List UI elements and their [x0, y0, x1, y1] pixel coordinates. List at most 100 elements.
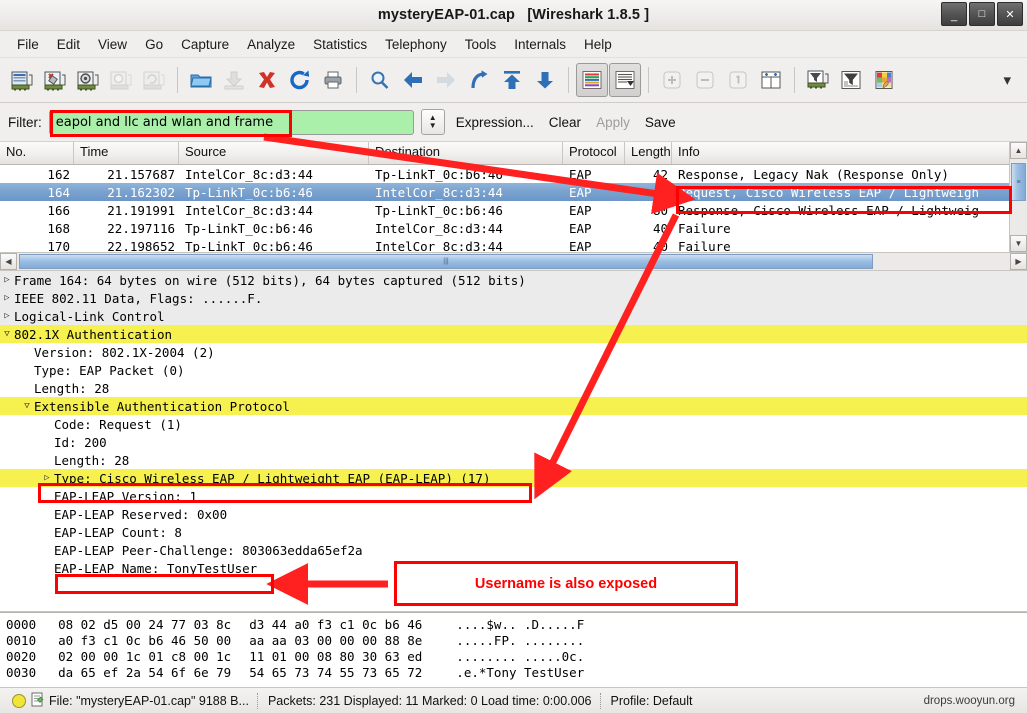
scroll-left-icon[interactable]: ◀ — [0, 253, 17, 270]
scroll-down-icon[interactable]: ▼ — [1010, 235, 1027, 252]
detail-row[interactable]: EAP-LEAP Version: 1 — [0, 487, 1027, 505]
chevron-right-icon[interactable]: ▷ — [0, 275, 14, 285]
packet-row[interactable]: 170 22.198652 Tp-LinkT_0c:b6:46 IntelCor_8c… — [0, 237, 1009, 253]
chevron-down-icon[interactable]: ▽ — [0, 329, 14, 339]
wireshark-window: mysteryEAP-01.cap [Wireshark 1.8.5 ] _ □… — [0, 0, 1027, 713]
column-header-no[interactable]: No. — [0, 142, 74, 164]
column-header-source[interactable]: Source — [179, 142, 369, 164]
hscroll-track[interactable]: ||| — [17, 253, 1010, 270]
filter-save-button[interactable]: Save — [641, 113, 680, 132]
hscroll-thumb[interactable]: ||| — [19, 254, 873, 269]
colorize-icon[interactable] — [576, 63, 608, 97]
minimize-button[interactable]: _ — [941, 2, 967, 26]
menu-telephony[interactable]: Telephony — [376, 34, 456, 55]
packet-list-vertical-scrollbar[interactable]: ▲ ≡ ▼ — [1009, 142, 1027, 252]
hex-dump-row[interactable]: 0020 02 00 00 1c 01 c8 00 1c 11 01 00 08 8… — [6, 649, 1027, 665]
start-capture-icon[interactable] — [72, 63, 104, 97]
detail-row[interactable]: ▷ Frame 164: 64 bytes on wire (512 bits),… — [0, 271, 1027, 289]
capture-filters-icon[interactable] — [802, 63, 834, 97]
auto-scroll-icon[interactable] — [609, 63, 641, 97]
detail-row[interactable]: EAP-LEAP Reserved: 0x00 — [0, 505, 1027, 523]
packet-row[interactable]: 166 21.191991 IntelCor_8c:d3:44 Tp-LinkT_0c… — [0, 201, 1009, 219]
menu-view[interactable]: View — [89, 34, 136, 55]
status-expert-segment[interactable]: File: "mysteryEAP-01.cap" 9188 B... — [4, 692, 257, 710]
maximize-button[interactable]: □ — [969, 2, 995, 26]
status-bar: File: "mysteryEAP-01.cap" 9188 B... Pack… — [0, 687, 1027, 713]
filter-clear-button[interactable]: Clear — [545, 113, 585, 132]
menu-analyze[interactable]: Analyze — [238, 34, 304, 55]
chevron-right-icon[interactable]: ▷ — [0, 311, 14, 321]
column-header-protocol[interactable]: Protocol — [563, 142, 625, 164]
reload-icon[interactable] — [284, 63, 316, 97]
expert-info-icon[interactable] — [12, 693, 26, 708]
menu-edit[interactable]: Edit — [48, 34, 89, 55]
detail-row[interactable]: ▽ 802.1X Authentication — [0, 325, 1027, 343]
find-packet-icon[interactable] — [364, 63, 396, 97]
filter-expression-button[interactable]: Expression... — [452, 113, 538, 132]
detail-row[interactable]: Length: 28 — [0, 451, 1027, 469]
menu-tools[interactable]: Tools — [456, 34, 506, 55]
column-header-destination[interactable]: Destination — [369, 142, 563, 164]
open-file-icon[interactable] — [185, 63, 217, 97]
go-first-packet-icon[interactable] — [496, 63, 528, 97]
detail-row[interactable]: EAP-LEAP Peer-Challenge: 803063edda65ef2… — [0, 541, 1027, 559]
packet-cell-source: Tp-LinkT_0c:b6:46 — [185, 238, 313, 253]
detail-row[interactable]: ▷ IEEE 802.11 Data, Flags: ......F. — [0, 289, 1027, 307]
hex-dump-row[interactable]: 0010 a0 f3 c1 0c b6 46 50 00 aa aa 03 00 0… — [6, 633, 1027, 649]
capture-file-icon[interactable] — [31, 692, 44, 710]
display-filter-input[interactable]: eapol and llc and wlan and frame — [48, 109, 414, 135]
status-profile-text[interactable]: Profile: Default — [603, 694, 701, 708]
chevron-down-icon[interactable]: ▽ — [20, 401, 34, 411]
hex-offset: 0010 — [6, 633, 37, 648]
packet-cell-protocol: EAP — [569, 238, 592, 253]
column-header-length[interactable]: Length — [625, 142, 672, 164]
column-header-time[interactable]: Time — [74, 142, 179, 164]
menu-internals[interactable]: Internals — [505, 34, 575, 55]
menu-file[interactable]: File — [8, 34, 48, 55]
scroll-up-icon[interactable]: ▲ — [1010, 142, 1027, 159]
column-header-info[interactable]: Info — [672, 142, 1009, 164]
detail-row[interactable]: Type: EAP Packet (0) — [0, 361, 1027, 379]
coloring-rules-icon[interactable] — [868, 63, 900, 97]
packet-list-horizontal-scrollbar[interactable]: ◀ ||| ▶ — [0, 252, 1027, 270]
chevron-right-icon[interactable]: ▷ — [0, 293, 14, 303]
menu-go[interactable]: Go — [136, 34, 172, 55]
hex-offset: 0000 — [6, 617, 37, 632]
hex-dump-row[interactable]: 0000 08 02 d5 00 24 77 03 8c d3 44 a0 f3 c… — [6, 617, 1027, 633]
chevron-right-icon[interactable]: ▷ — [40, 473, 54, 483]
close-file-icon[interactable] — [251, 63, 283, 97]
menu-help[interactable]: Help — [575, 34, 621, 55]
detail-row[interactable]: ▷ Type: Cisco Wireless EAP / Lightweight … — [0, 469, 1027, 487]
detail-row-text: EAP-LEAP Reserved: 0x00 — [54, 506, 228, 522]
display-filters-icon[interactable] — [835, 63, 867, 97]
packet-row[interactable]: 162 21.157687 IntelCor_8c:d3:44 Tp-LinkT_0c… — [0, 165, 1009, 183]
detail-row[interactable]: Id: 200 — [0, 433, 1027, 451]
packet-cell-time: 21.162302 — [107, 184, 175, 200]
scroll-right-icon[interactable]: ▶ — [1010, 253, 1027, 270]
go-back-icon[interactable] — [397, 63, 429, 97]
detail-row[interactable]: Version: 802.1X-2004 (2) — [0, 343, 1027, 361]
vscroll-track[interactable]: ≡ — [1010, 159, 1027, 235]
menu-capture[interactable]: Capture — [172, 34, 238, 55]
detail-row[interactable]: Code: Request (1) — [0, 415, 1027, 433]
detail-row[interactable]: Length: 28 — [0, 379, 1027, 397]
go-last-packet-icon[interactable] — [529, 63, 561, 97]
packet-cell-no: 170 — [47, 238, 70, 253]
resize-columns-icon[interactable] — [755, 63, 787, 97]
go-to-packet-icon[interactable] — [463, 63, 495, 97]
close-button[interactable]: ✕ — [997, 2, 1023, 26]
packet-row[interactable]: 168 22.197116 Tp-LinkT_0c:b6:46 IntelCor_8c… — [0, 219, 1009, 237]
filter-history-stepper[interactable]: ▲ ▼ — [420, 109, 445, 135]
packet-row[interactable]: 164 21.162302 Tp-LinkT_0c:b6:46 IntelCor_8c… — [0, 183, 1009, 201]
detail-row[interactable]: EAP-LEAP Name: TonyTestUser — [0, 559, 1027, 577]
print-icon[interactable] — [317, 63, 349, 97]
detail-row[interactable]: ▽ Extensible Authentication Protocol — [0, 397, 1027, 415]
interfaces-icon[interactable] — [6, 63, 38, 97]
hex-dump-row[interactable]: 0030 da 65 ef 2a 54 6f 6e 79 54 65 73 74 5… — [6, 665, 1027, 681]
capture-options-icon[interactable] — [39, 63, 71, 97]
detail-row[interactable]: EAP-LEAP Count: 8 — [0, 523, 1027, 541]
menu-statistics[interactable]: Statistics — [304, 34, 376, 55]
toolbar-overflow-chevron-down-icon[interactable]: ▾ — [1003, 71, 1011, 89]
detail-row[interactable]: ▷ Logical-Link Control — [0, 307, 1027, 325]
vscroll-thumb[interactable]: ≡ — [1011, 163, 1026, 201]
